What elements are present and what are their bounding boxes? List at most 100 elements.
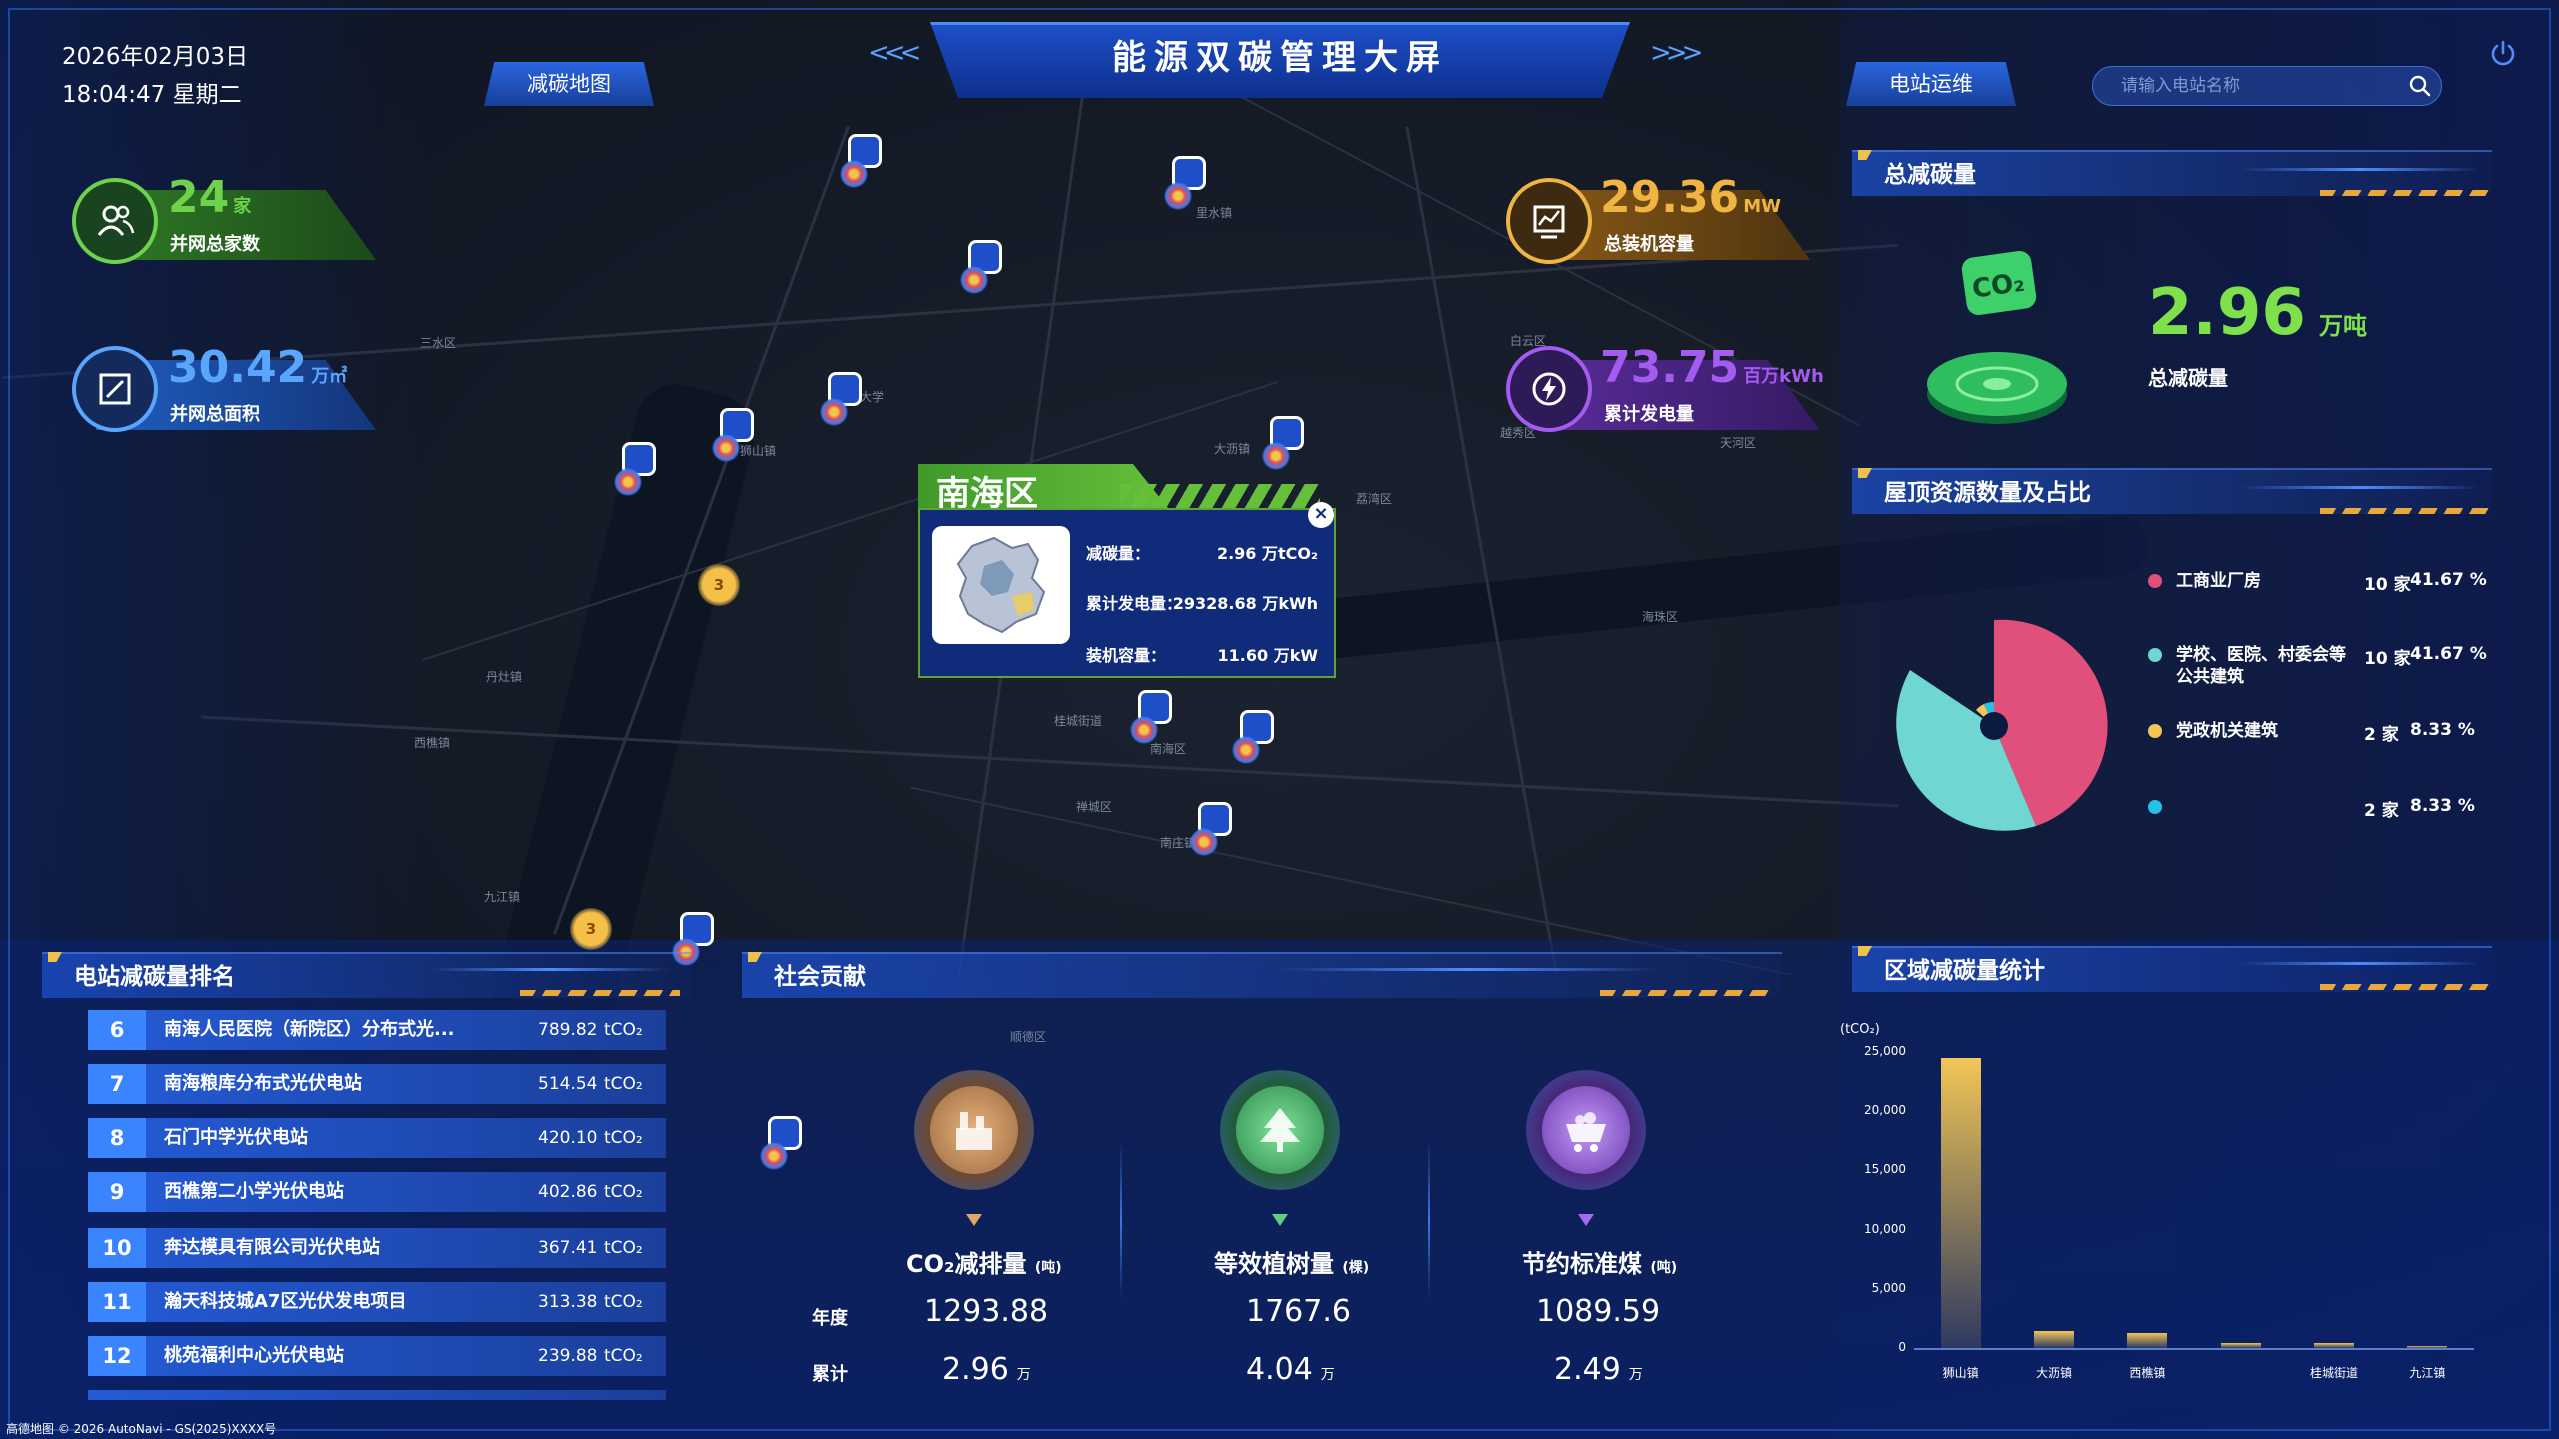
- legend-name: 党政机关建筑: [2176, 721, 2278, 741]
- tab-station-ops[interactable]: 电站运维: [1846, 62, 2016, 106]
- popup-row: 减碳量： 2.96 万tCO₂: [1086, 540, 1318, 564]
- legend-count: 10 家: [2364, 575, 2411, 595]
- chart-bar[interactable]: [2407, 1345, 2448, 1348]
- rank-number: 11: [88, 1282, 146, 1322]
- tab-carbon-map[interactable]: 减碳地图: [484, 62, 654, 106]
- legend-pct: 41.67 %: [2410, 644, 2487, 664]
- y-tick-label: 10,000: [1864, 1221, 1906, 1236]
- metric-unit: (吨): [1650, 1260, 1678, 1276]
- coal-cart-icon: [1542, 1086, 1630, 1174]
- map-label: 海珠区: [1642, 610, 1679, 624]
- popup-row-value: 2.96 万tCO₂: [1216, 544, 1318, 563]
- x-tick-label: 狮山镇: [1942, 1366, 1979, 1380]
- metric-name: CO₂减排量: [906, 1250, 1027, 1278]
- ranking-row[interactable]: 10 奔达模具有限公司光伏电站 367.41 tCO₂: [88, 1228, 666, 1268]
- rank-number: 9: [88, 1172, 146, 1212]
- area-icon: [72, 346, 158, 432]
- map-label: 桂城街道: [1054, 714, 1103, 728]
- legend-dot: [2148, 800, 2162, 814]
- rooftop-rose-chart[interactable]: [1880, 600, 2120, 860]
- x-tick-label: 桂城街道: [2309, 1366, 2358, 1380]
- station-search-input[interactable]: 请输入电站名称: [2092, 66, 2442, 106]
- station-cluster[interactable]: 3: [698, 564, 740, 606]
- map-label: 三水区: [420, 336, 457, 350]
- row-label-total: 累计: [812, 1364, 848, 1385]
- y-tick-label: 25,000: [1864, 1044, 1906, 1058]
- total-reduction-value-wrap: 2.96 万吨: [2148, 276, 2367, 350]
- section-line: [2240, 486, 2480, 489]
- legend-name: 学校、医院、村委会等公共建筑: [2176, 645, 2346, 687]
- reduction-value: 514.54: [538, 1074, 598, 1094]
- popup-row-label: 减碳量：: [1086, 544, 1151, 563]
- station-pin[interactable]: [960, 240, 1002, 294]
- chart-bar[interactable]: [2314, 1343, 2354, 1348]
- indicator-triangle: [1272, 1214, 1288, 1226]
- y-axis-unit: (tCO₂): [1840, 1022, 1880, 1037]
- station-pin[interactable]: [760, 1116, 802, 1170]
- ranking-row[interactable]: 9 西樵第二小学光伏电站 402.86 tCO₂: [88, 1172, 666, 1212]
- reduction-value: 420.10: [538, 1128, 598, 1148]
- rank-number: 8: [88, 1118, 146, 1158]
- ranking-row[interactable]: 11 瀚天科技城A7区光伏发电项目 313.38 tCO₂: [88, 1282, 666, 1322]
- chart-bar[interactable]: [2127, 1332, 2168, 1348]
- ranking-row[interactable]: 12 桃苑福利中心光伏电站 239.88 tCO₂: [88, 1336, 666, 1376]
- stat-label: 总装机容量: [1604, 234, 1694, 255]
- region-bar-chart[interactable]: 0 5,000 10,000 15,000 20,000 25,000 狮山镇 大沥镇 西樵镇 桂…: [1840, 1040, 2500, 1380]
- stat-value: 29.36: [1600, 172, 1740, 223]
- popup-row: 累计发电量： 29328.68 万kWh: [1086, 590, 1318, 614]
- x-tick-label: 大沥镇: [2035, 1366, 2072, 1380]
- metric-name: 等效植树量: [1214, 1250, 1334, 1278]
- indicator-triangle: [966, 1214, 982, 1226]
- reduction-unit: tCO₂: [604, 1020, 643, 1040]
- ranking-row[interactable]: 7 南海粮库分布式光伏电站 514.54 tCO₂: [88, 1064, 666, 1104]
- popup-stripes: [1120, 484, 1320, 508]
- station-pin[interactable]: [840, 134, 882, 188]
- section-stripes: [2320, 190, 2490, 196]
- reduction-unit: tCO₂: [604, 1182, 643, 1202]
- reduction-value: 367.41: [538, 1238, 598, 1258]
- chart-bar[interactable]: [2034, 1331, 2074, 1348]
- page-title: 能源双碳管理大屏: [1112, 38, 1448, 78]
- station-pin[interactable]: [1232, 710, 1274, 764]
- y-tick-label: 0: [1898, 1340, 1906, 1354]
- legend-count: 2 家: [2364, 801, 2399, 821]
- reduction-unit: tCO₂: [604, 1074, 643, 1094]
- ranking-row[interactable]: 8 石门中学光伏电站 420.10 tCO₂: [88, 1118, 666, 1158]
- chart-icon: [1506, 178, 1592, 264]
- popup-row-value: 29328.68 万kWh: [1172, 594, 1318, 613]
- station-pin[interactable]: [712, 408, 754, 462]
- section-line: [2240, 168, 2480, 171]
- map-label: 丹灶镇: [486, 670, 523, 684]
- power-icon[interactable]: [2488, 38, 2518, 68]
- station-cluster[interactable]: 3: [570, 908, 612, 950]
- annual-value: 1089.59: [1536, 1294, 1661, 1329]
- total-value-wrap: 2.96 万: [942, 1352, 1031, 1387]
- station-pin[interactable]: [614, 442, 656, 496]
- legend-pct: 8.33 %: [2410, 796, 2475, 816]
- station-pin[interactable]: [1262, 416, 1304, 470]
- station-pin[interactable]: [820, 372, 862, 426]
- legend-count: 10 家: [2364, 649, 2411, 669]
- station-pin[interactable]: [1130, 690, 1172, 744]
- map-label: 顺德区: [1010, 1030, 1047, 1044]
- column-divider: [1428, 1140, 1430, 1300]
- column-divider: [1120, 1140, 1122, 1300]
- station-pin[interactable]: [1190, 802, 1232, 856]
- map-label: 大沥镇: [1214, 442, 1251, 456]
- popup-row-label: 装机容量：: [1086, 646, 1167, 665]
- rank-number: 7: [88, 1064, 146, 1104]
- chart-bar[interactable]: [2220, 1342, 2261, 1348]
- station-name: 南海人民医院（新院区）分布式光...: [164, 1019, 455, 1040]
- chart-bar[interactable]: [1940, 1057, 1981, 1348]
- station-name: 石门中学光伏电站: [164, 1127, 308, 1148]
- ranking-row[interactable]: 6 南海人民医院（新院区）分布式光... 789.82 tCO₂: [88, 1010, 666, 1050]
- station-pin[interactable]: [1164, 156, 1206, 210]
- map-attribution: 高德地图 © 2026 AutoNavi - GS(2025)XXXX号: [6, 1422, 277, 1436]
- close-icon[interactable]: ×: [1308, 502, 1334, 528]
- reduction-value: 313.38: [538, 1292, 598, 1312]
- stat-label: 累计发电量: [1604, 404, 1694, 425]
- search-icon[interactable]: [2408, 74, 2432, 98]
- co2-badge-icon: CO₂: [1922, 244, 2072, 434]
- datetime: 2026年02月03日 18:04:47 星期二: [62, 38, 248, 114]
- reduction-value: 239.88: [538, 1346, 598, 1366]
